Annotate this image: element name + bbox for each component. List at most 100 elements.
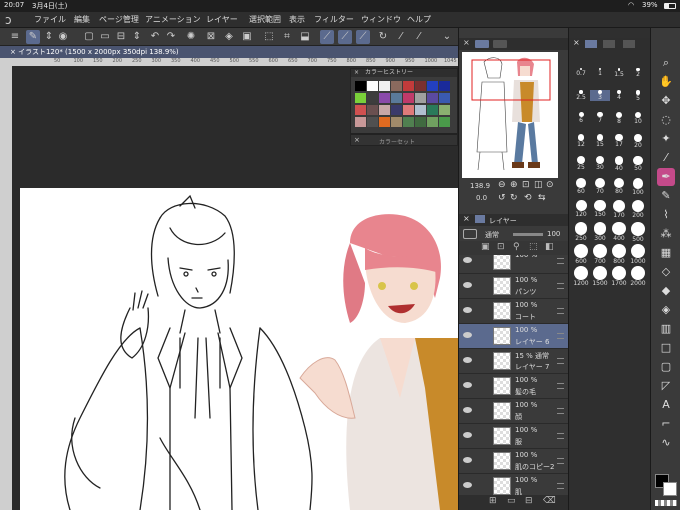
- close-icon[interactable]: ×: [463, 214, 470, 223]
- zoom-icon[interactable]: ⌕: [657, 54, 675, 72]
- fit-icon[interactable]: ⊡: [522, 180, 530, 190]
- layer-row[interactable]: 100 %: [459, 255, 568, 274]
- color-swatch[interactable]: [367, 117, 378, 127]
- loading-icon[interactable]: ✺: [184, 30, 198, 44]
- layer-row[interactable]: 100 % 髪の毛: [459, 374, 568, 399]
- document-tab[interactable]: × イラスト120* (1500 x 2000px 350dpi 138.9%): [0, 46, 458, 58]
- wand-icon[interactable]: ✦: [657, 130, 675, 148]
- eyedropper-icon[interactable]: ⁄: [394, 30, 408, 44]
- brush-size-item[interactable]: 1.5: [609, 68, 629, 78]
- actual-size-icon[interactable]: ◫: [534, 180, 543, 190]
- visibility-eye-icon[interactable]: [463, 357, 472, 363]
- visibility-eye-icon[interactable]: [463, 307, 472, 313]
- color-swatch[interactable]: [415, 117, 426, 127]
- brush-size-item[interactable]: 300: [590, 222, 610, 242]
- delete-layer-icon[interactable]: ⌫: [543, 496, 556, 506]
- brush-size-item[interactable]: 600: [571, 244, 591, 265]
- layer-row[interactable]: 100 % 顔: [459, 399, 568, 424]
- eyedropper-icon[interactable]: ⁄: [657, 149, 675, 167]
- brush-size-item[interactable]: 700: [590, 244, 610, 265]
- clear-icon[interactable]: ⊠: [204, 30, 218, 44]
- brush-size-item[interactable]: 25: [571, 156, 591, 171]
- visibility-eye-icon[interactable]: [463, 257, 472, 263]
- color-swatch[interactable]: [391, 105, 402, 115]
- fill-selection-icon[interactable]: ◈: [222, 30, 236, 44]
- color-swatch[interactable]: [367, 81, 378, 91]
- menu-icon[interactable]: ≡: [8, 30, 22, 44]
- color-swatch[interactable]: [391, 117, 402, 127]
- brush-size-item[interactable]: 70: [590, 178, 610, 195]
- move-icon[interactable]: ✥: [657, 92, 675, 110]
- companion-icon[interactable]: ◉: [56, 30, 70, 44]
- brush-size-item[interactable]: 400: [609, 222, 629, 242]
- color-swatch[interactable]: [403, 81, 414, 91]
- lock-transparent-icon[interactable]: ⬚: [529, 242, 538, 252]
- layer-row[interactable]: 100 % パンツ: [459, 274, 568, 299]
- new-vector-icon[interactable]: ⊟: [525, 496, 533, 506]
- brush-size-item[interactable]: 12: [571, 134, 591, 148]
- app-logo-icon[interactable]: ↄ: [5, 13, 12, 27]
- eraser-icon[interactable]: ◇: [657, 263, 675, 281]
- color-swatch[interactable]: [415, 105, 426, 115]
- fill-icon[interactable]: ◈: [657, 301, 675, 319]
- menu-view[interactable]: 表示: [289, 14, 305, 25]
- snap-special-icon[interactable]: ⟋: [356, 30, 370, 44]
- new-file-icon[interactable]: ▢: [82, 30, 96, 44]
- layer-row[interactable]: 15 % 通常 レイヤー 7: [459, 349, 568, 374]
- crop-icon[interactable]: ⌗: [280, 30, 294, 44]
- color-swatch[interactable]: [379, 93, 390, 103]
- transform-icon[interactable]: ▣: [240, 30, 254, 44]
- clip-icon[interactable]: ⊡: [497, 242, 505, 252]
- eraser-pen-icon[interactable]: ⁄: [412, 30, 426, 44]
- visibility-eye-icon[interactable]: [463, 482, 472, 488]
- transparent-color-swatch[interactable]: [655, 500, 677, 506]
- menu-page[interactable]: ページ管理: [99, 14, 139, 25]
- quick-access-icon[interactable]: ✎: [26, 30, 40, 44]
- mask-icon[interactable]: ◧: [545, 242, 554, 252]
- color-swatch[interactable]: [415, 93, 426, 103]
- visibility-eye-icon[interactable]: [463, 382, 472, 388]
- layer-row[interactable]: 100 % 肌: [459, 474, 568, 495]
- color-swatch[interactable]: [355, 93, 366, 103]
- brush-size-item[interactable]: 1000: [628, 244, 648, 265]
- layer-row[interactable]: 100 % レイヤー 6: [459, 324, 568, 349]
- chevron-updown-icon[interactable]: ⇕: [42, 30, 56, 44]
- color-swatch[interactable]: [403, 117, 414, 127]
- blend-icon[interactable]: ◆: [657, 282, 675, 300]
- brush-size-item[interactable]: 30: [590, 156, 610, 171]
- brush-size-item[interactable]: 170: [609, 200, 629, 219]
- color-swatch[interactable]: [439, 81, 450, 91]
- brush-size-item[interactable]: 80: [609, 178, 629, 195]
- open-folder-icon[interactable]: ▭: [98, 30, 112, 44]
- gradient-icon[interactable]: ▥: [657, 320, 675, 338]
- undo-icon[interactable]: ↶: [148, 30, 162, 44]
- navigator-tab-icon[interactable]: [475, 40, 489, 48]
- drawing-canvas[interactable]: [20, 188, 458, 510]
- brush-size-item[interactable]: 800: [609, 244, 629, 265]
- visibility-eye-icon[interactable]: [463, 457, 472, 463]
- brush-size-item[interactable]: 0.7: [571, 68, 591, 77]
- layer-color-icon[interactable]: [463, 229, 477, 239]
- airbrush-icon[interactable]: ⁂: [657, 225, 675, 243]
- brush-size-item[interactable]: 3: [590, 90, 610, 101]
- color-swatch[interactable]: [439, 105, 450, 115]
- flip-icon[interactable]: ⇆: [538, 193, 546, 203]
- color-swatch[interactable]: [391, 81, 402, 91]
- color-swatch[interactable]: [439, 117, 450, 127]
- brush-size-item[interactable]: 120: [571, 200, 591, 218]
- blend-mode[interactable]: 通常: [485, 230, 499, 240]
- deselect-icon[interactable]: ⬚: [262, 30, 276, 44]
- drag-handle-icon[interactable]: [557, 408, 564, 414]
- menu-selection[interactable]: 選択範囲: [249, 14, 281, 25]
- menu-edit[interactable]: 編集: [74, 14, 90, 25]
- close-icon[interactable]: ×: [573, 38, 580, 47]
- brush-size-item[interactable]: 40: [609, 156, 629, 172]
- color-swatch[interactable]: [355, 81, 366, 91]
- drag-handle-icon[interactable]: [557, 383, 564, 389]
- brush-size-item[interactable]: 250: [571, 222, 591, 242]
- opacity-slider[interactable]: [513, 233, 543, 236]
- close-icon[interactable]: ×: [354, 69, 359, 77]
- correction-icon[interactable]: ∿: [657, 434, 675, 452]
- ruler-icon[interactable]: ◸: [657, 377, 675, 395]
- brush-size-item[interactable]: 20: [628, 134, 648, 149]
